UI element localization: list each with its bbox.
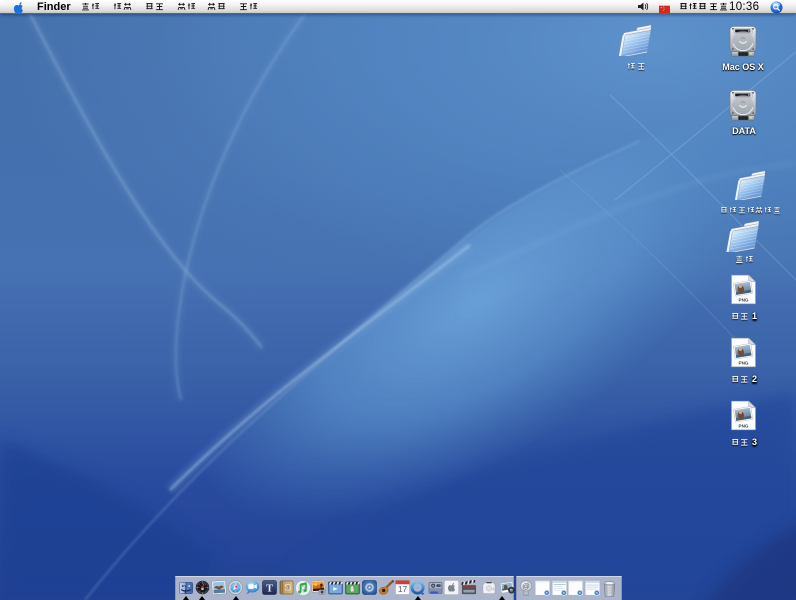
svg-text:17: 17 (398, 584, 408, 594)
svg-text:@: @ (285, 585, 290, 591)
svg-text:T: T (266, 583, 273, 594)
svg-text:@: @ (522, 582, 530, 591)
